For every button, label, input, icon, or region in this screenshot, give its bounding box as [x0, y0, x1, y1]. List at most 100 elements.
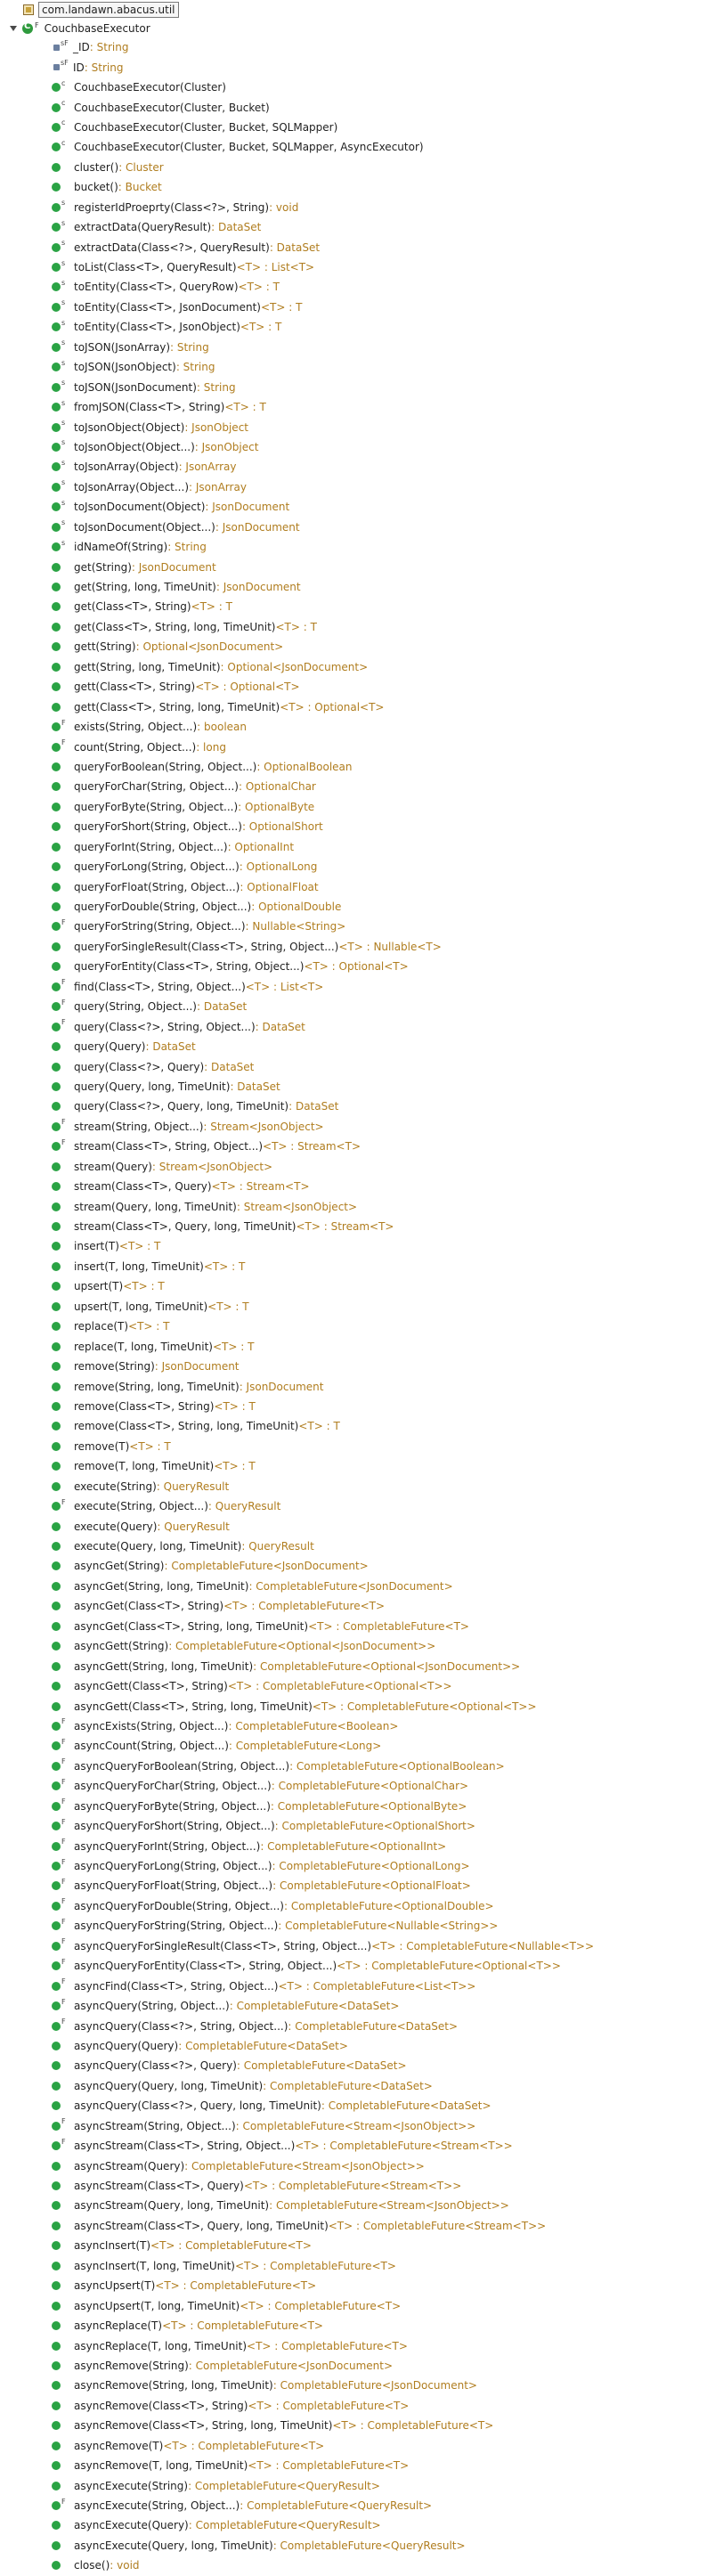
class-node[interactable]: F CouchbaseExecutor: [9, 20, 150, 37]
member-row[interactable]: insert(T, long, TimeUnit) <T> : T: [0, 1257, 723, 1276]
member-row[interactable]: Fquery(Class<?>, String, Object...) : Da…: [0, 1016, 723, 1036]
member-row[interactable]: queryForBoolean(String, Object...) : Opt…: [0, 757, 723, 777]
member-row[interactable]: FasyncQuery(String, Object...) : Complet…: [0, 1996, 723, 2016]
member-row[interactable]: s extractData(Class<?>, QueryResult) : Da…: [0, 237, 723, 257]
member-row[interactable]: insert(T) <T> : T: [0, 1236, 723, 1256]
member-row[interactable]: s toEntity(Class<T>, JsonObject) <T> : T: [0, 317, 723, 337]
member-row[interactable]: FqueryForString(String, Object...) : Nul…: [0, 917, 723, 936]
member-row[interactable]: query(Class<?>, Query) : DataSet: [0, 1056, 723, 1076]
member-row[interactable]: execute(Query) : QueryResult: [0, 1516, 723, 1536]
member-row[interactable]: bucket() : Bucket: [0, 177, 723, 197]
member-row[interactable]: gett(Class<T>, String, long, TimeUnit) <…: [0, 697, 723, 716]
member-row[interactable]: Fquery(String, Object...) : DataSet: [0, 997, 723, 1016]
member-row[interactable]: queryForShort(String, Object...) : Optio…: [0, 817, 723, 836]
member-row[interactable]: s toJsonObject(Object) : JsonObject: [0, 417, 723, 436]
member-row[interactable]: query(Query, long, TimeUnit) : DataSet: [0, 1077, 723, 1096]
member-row[interactable]: asyncRemove(Class<T>, String) <T> : Comp…: [0, 2396, 723, 2416]
member-row[interactable]: stream(Class<T>, Query) <T> : Stream<T>: [0, 1177, 723, 1196]
member-row[interactable]: c CouchbaseExecutor(Cluster, Bucket, SQLM…: [0, 137, 723, 157]
member-row[interactable]: sF _ID : String: [0, 37, 723, 57]
member-row[interactable]: s toEntity(Class<T>, QueryRow) <T> : T: [0, 277, 723, 297]
member-row[interactable]: queryForFloat(String, Object...) : Optio…: [0, 876, 723, 896]
member-row[interactable]: FasyncQueryForString(String, Object...) …: [0, 1916, 723, 1936]
member-row[interactable]: FasyncQueryForFloat(String, Object...) :…: [0, 1876, 723, 1895]
member-row[interactable]: Fexists(String, Object...) : boolean: [0, 717, 723, 737]
member-row[interactable]: asyncInsert(T) <T> : CompletableFuture<T…: [0, 2236, 723, 2255]
member-row[interactable]: s toJsonDocument(Object...) : JsonDocumen…: [0, 518, 723, 537]
member-row[interactable]: asyncGet(String) : CompletableFuture<Jso…: [0, 1556, 723, 1576]
member-row[interactable]: asyncRemove(String) : CompletableFuture<…: [0, 2356, 723, 2376]
expand-arrow-icon[interactable]: [9, 24, 18, 33]
member-row[interactable]: asyncReplace(T, long, TimeUnit) <T> : Co…: [0, 2336, 723, 2355]
member-row[interactable]: FasyncQueryForEntity(Class<T>, String, O…: [0, 1956, 723, 1976]
member-row[interactable]: remove(T) <T> : T: [0, 1437, 723, 1456]
member-row[interactable]: asyncGet(Class<T>, String) <T> : Complet…: [0, 1596, 723, 1616]
member-row[interactable]: s toJsonDocument(Object) : JsonDocument: [0, 497, 723, 517]
member-row[interactable]: asyncGett(String) : CompletableFuture<Op…: [0, 1636, 723, 1656]
member-row[interactable]: s toJsonArray(Object) : JsonArray: [0, 457, 723, 477]
package-node[interactable]: com.landawn.abacus.util: [23, 2, 179, 18]
member-row[interactable]: asyncGet(Class<T>, String, long, TimeUni…: [0, 1617, 723, 1636]
member-row[interactable]: remove(Class<T>, String) <T> : T: [0, 1397, 723, 1416]
member-row[interactable]: gett(String, long, TimeUnit) : Optional<…: [0, 657, 723, 677]
member-row[interactable]: FasyncExecute(String, Object...) : Compl…: [0, 2496, 723, 2515]
member-row[interactable]: s registerIdProeprty(Class<?>, String) : …: [0, 198, 723, 217]
member-row[interactable]: asyncQuery(Query, long, TimeUnit) : Comp…: [0, 2076, 723, 2096]
member-row[interactable]: FasyncQueryForChar(String, Object...) : …: [0, 1776, 723, 1796]
member-row[interactable]: asyncGett(String, long, TimeUnit) : Comp…: [0, 1656, 723, 1675]
member-row[interactable]: asyncGett(Class<T>, String) <T> : Comple…: [0, 1676, 723, 1696]
member-row[interactable]: s toEntity(Class<T>, JsonDocument) <T> : …: [0, 298, 723, 317]
member-row[interactable]: upsert(T, long, TimeUnit) <T> : T: [0, 1297, 723, 1317]
member-row[interactable]: FasyncQuery(Class<?>, String, Object...)…: [0, 2016, 723, 2035]
member-row[interactable]: s extractData(QueryResult) : DataSet: [0, 217, 723, 237]
member-row[interactable]: asyncReplace(T) <T> : CompletableFuture<…: [0, 2316, 723, 2336]
member-row[interactable]: FasyncQueryForSingleResult(Class<T>, Str…: [0, 1936, 723, 1956]
member-row[interactable]: gett(Class<T>, String) <T> : Optional<T>: [0, 677, 723, 697]
member-row[interactable]: s idNameOf(String) : String: [0, 537, 723, 557]
member-row[interactable]: replace(T, long, TimeUnit) <T> : T: [0, 1336, 723, 1356]
member-row[interactable]: s toJSON(JsonArray) : String: [0, 338, 723, 357]
member-row[interactable]: FasyncExists(String, Object...) : Comple…: [0, 1716, 723, 1736]
member-row[interactable]: asyncStream(Query) : CompletableFuture<S…: [0, 2156, 723, 2175]
member-row[interactable]: execute(String) : QueryResult: [0, 1477, 723, 1496]
member-row[interactable]: remove(Class<T>, String, long, TimeUnit)…: [0, 1416, 723, 1436]
member-row[interactable]: queryForChar(String, Object...) : Option…: [0, 777, 723, 796]
member-row[interactable]: sF ID : String: [0, 57, 723, 77]
member-row[interactable]: s toJSON(JsonDocument) : String: [0, 377, 723, 396]
member-row[interactable]: get(String, long, TimeUnit) : JsonDocume…: [0, 577, 723, 597]
member-row[interactable]: get(String) : JsonDocument: [0, 557, 723, 576]
member-row[interactable]: Fstream(Class<T>, String, Object...) <T>…: [0, 1137, 723, 1156]
member-row[interactable]: c CouchbaseExecutor(Cluster, Bucket, SQLM…: [0, 118, 723, 137]
member-row[interactable]: asyncUpsert(T, long, TimeUnit) <T> : Com…: [0, 2295, 723, 2315]
member-row[interactable]: remove(String) : JsonDocument: [0, 1357, 723, 1376]
member-row[interactable]: asyncExecute(Query, long, TimeUnit) : Co…: [0, 2536, 723, 2556]
member-row[interactable]: asyncStream(Class<T>, Query, long, TimeU…: [0, 2216, 723, 2236]
member-row[interactable]: asyncStream(Class<T>, Query) <T> : Compl…: [0, 2176, 723, 2196]
member-row[interactable]: asyncRemove(T) <T> : CompletableFuture<T…: [0, 2436, 723, 2456]
member-row[interactable]: c CouchbaseExecutor(Cluster): [0, 77, 723, 97]
member-row[interactable]: asyncInsert(T, long, TimeUnit) <T> : Com…: [0, 2256, 723, 2276]
member-row[interactable]: stream(Query) : Stream<JsonObject>: [0, 1157, 723, 1177]
member-row[interactable]: FasyncFind(Class<T>, String, Object...) …: [0, 1976, 723, 1995]
member-row[interactable]: asyncExecute(String) : CompletableFuture…: [0, 2475, 723, 2495]
member-row[interactable]: stream(Class<T>, Query, long, TimeUnit) …: [0, 1217, 723, 1236]
member-row[interactable]: Fcount(String, Object...) : long: [0, 737, 723, 756]
member-row[interactable]: FasyncQueryForByte(String, Object...) : …: [0, 1797, 723, 1816]
member-row[interactable]: asyncGett(Class<T>, String, long, TimeUn…: [0, 1696, 723, 1716]
member-row[interactable]: asyncRemove(Class<T>, String, long, Time…: [0, 2416, 723, 2435]
member-row[interactable]: queryForSingleResult(Class<T>, String, O…: [0, 937, 723, 957]
member-row[interactable]: upsert(T) <T> : T: [0, 1276, 723, 1296]
member-row[interactable]: Fstream(String, Object...) : Stream<Json…: [0, 1117, 723, 1137]
member-row[interactable]: FasyncStream(Class<T>, String, Object...…: [0, 2136, 723, 2156]
member-row[interactable]: Fexecute(String, Object...) : QueryResul…: [0, 1496, 723, 1516]
member-row[interactable]: FasyncQueryForDouble(String, Object...) …: [0, 1896, 723, 1916]
member-row[interactable]: queryForDouble(String, Object...) : Opti…: [0, 897, 723, 917]
member-row[interactable]: cluster() : Cluster: [0, 158, 723, 177]
member-row[interactable]: queryForLong(String, Object...) : Option…: [0, 857, 723, 876]
member-row[interactable]: close() : void: [0, 2556, 723, 2575]
member-row[interactable]: asyncRemove(String, long, TimeUnit) : Co…: [0, 2376, 723, 2395]
member-row[interactable]: Ffind(Class<T>, String, Object...) <T> :…: [0, 977, 723, 997]
member-row[interactable]: FasyncQueryForLong(String, Object...) : …: [0, 1856, 723, 1876]
member-row[interactable]: c CouchbaseExecutor(Cluster, Bucket): [0, 97, 723, 117]
member-row[interactable]: s toJsonArray(Object...) : JsonArray: [0, 477, 723, 497]
